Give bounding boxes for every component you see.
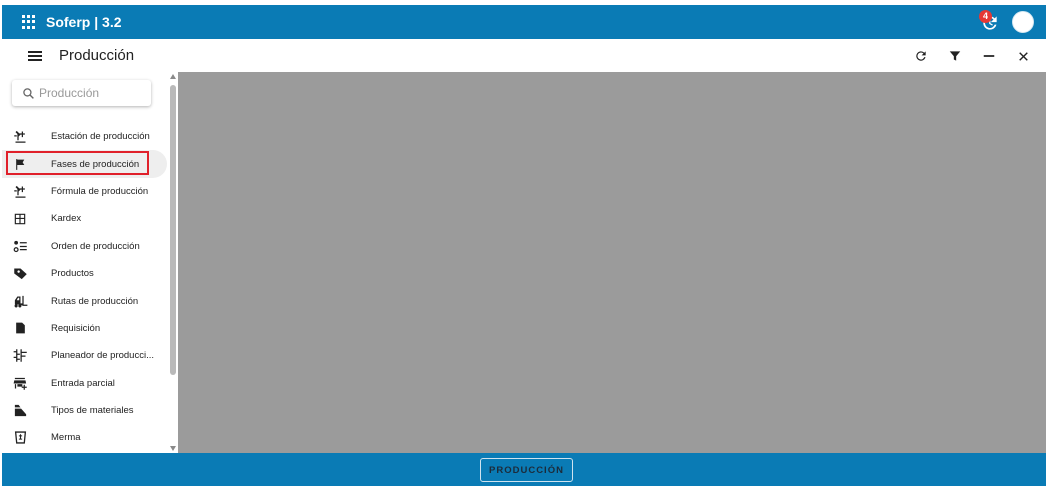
minimize-icon — [983, 55, 995, 57]
sidebar-item-entrada-parcial[interactable]: Entrada parcial — [2, 370, 167, 397]
sidebar-item-orden-produccion[interactable]: Orden de producción — [2, 233, 167, 260]
refresh-button[interactable] — [910, 45, 932, 67]
sidebar-item-label: Fases de producción — [51, 158, 140, 170]
sidebar-item-rutas-produccion[interactable]: Rutas de producción — [2, 287, 167, 314]
apps-grid-icon[interactable] — [22, 15, 36, 29]
avatar[interactable] — [1012, 11, 1034, 33]
sidebar-item-planeador-produccion[interactable]: Planeador de producci... — [2, 342, 167, 369]
production-station-icon — [12, 129, 28, 145]
sidebar-item-tipos-materiales[interactable]: Tipos de materiales — [2, 397, 167, 424]
sidebar-item-formula-produccion[interactable]: Fórmula de producción — [2, 178, 167, 205]
sidebar: Estación de producción Fases de producci… — [2, 72, 178, 453]
filter-button[interactable] — [944, 45, 966, 67]
minimize-button[interactable] — [978, 45, 1000, 67]
planner-icon — [12, 348, 28, 364]
sidebar-item-requisicion[interactable]: Requisición — [2, 315, 167, 342]
sidebar-item-label: Kardex — [51, 213, 82, 225]
filter-icon — [949, 51, 961, 61]
list-order-icon — [12, 238, 28, 254]
app-top-bar: Soferp | 3.2 4 — [2, 5, 1046, 39]
notifications-button[interactable]: 4 — [978, 9, 1004, 35]
sidebar-item-productos[interactable]: Productos — [2, 260, 167, 287]
sidebar-item-fases-produccion[interactable]: Fases de producción — [2, 150, 167, 178]
sidebar-scrollbar[interactable] — [170, 72, 178, 453]
sidebar-item-kardex[interactable]: Kardex — [2, 205, 167, 232]
sidebar-item-label: Merma — [51, 432, 81, 444]
sidebar-item-label: Estación de producción — [51, 131, 150, 143]
app-title: Soferp | 3.2 — [46, 14, 122, 30]
page-header: Producción — [2, 39, 1046, 72]
forklift-icon — [12, 293, 28, 309]
close-icon — [1018, 51, 1028, 61]
materials-icon — [12, 403, 28, 419]
search-input[interactable] — [39, 86, 139, 100]
table-icon — [12, 211, 28, 227]
sidebar-item-label: Rutas de producción — [51, 295, 139, 307]
sidebar-item-merma[interactable]: Merma — [2, 424, 167, 451]
sidebar-item-label: Requisición — [51, 322, 101, 334]
close-button[interactable] — [1012, 45, 1034, 67]
document-icon — [12, 320, 28, 336]
sidebar-item-label: Orden de producción — [51, 240, 140, 252]
scroll-down-icon[interactable] — [170, 446, 176, 451]
scroll-thumb[interactable] — [170, 85, 176, 375]
main-content-area — [178, 72, 1046, 453]
sidebar-nav: Estación de producción Fases de producci… — [2, 123, 167, 452]
sidebar-item-label: Productos — [51, 268, 94, 280]
waste-icon — [12, 430, 28, 446]
page-title: Producción — [59, 47, 135, 64]
refresh-icon — [916, 51, 926, 61]
sidebar-item-label: Planeador de producci... — [51, 350, 154, 362]
produccion-tab-button[interactable]: PRODUCCIÓN — [480, 458, 573, 482]
sidebar-item-label: Entrada parcial — [51, 377, 115, 389]
hamburger-menu-icon[interactable] — [28, 50, 42, 61]
search-icon — [23, 87, 34, 99]
footer-bar: PRODUCCIÓN — [2, 453, 1046, 486]
sidebar-item-label: Tipos de materiales — [51, 405, 134, 417]
sidebar-item-estacion-produccion[interactable]: Estación de producción — [2, 123, 167, 150]
sidebar-item-label: Fórmula de producción — [51, 185, 149, 197]
production-formula-icon — [12, 183, 28, 199]
tag-icon — [12, 266, 28, 282]
notification-badge: 4 — [979, 10, 992, 23]
store-add-icon — [12, 375, 28, 391]
scroll-up-icon[interactable] — [170, 74, 176, 79]
flag-icon — [12, 156, 28, 172]
search-box[interactable] — [12, 80, 151, 106]
